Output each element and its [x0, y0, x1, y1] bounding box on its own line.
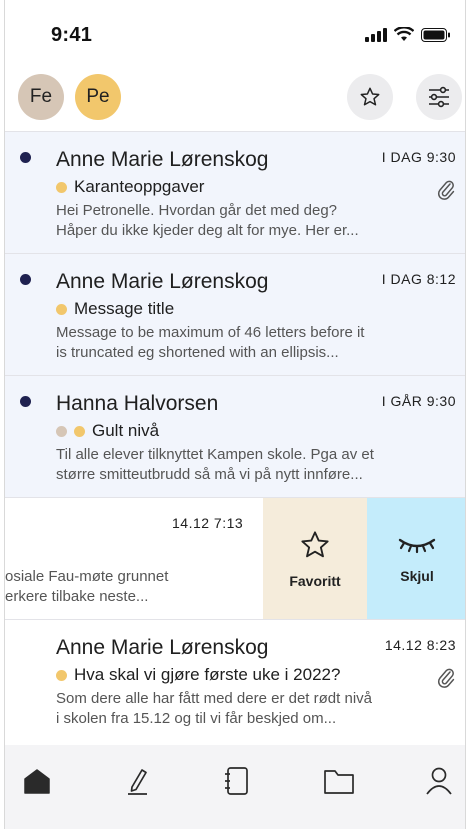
message-sender: Hanna Halvorsen [56, 392, 219, 415]
status-icons [365, 27, 451, 42]
wifi-icon [394, 27, 414, 41]
unread-indicator [20, 396, 31, 407]
preview-line: osiale Fau-møte grunnet [5, 568, 169, 585]
message-preview: Som dere alle har fått med dere er det r… [56, 689, 411, 729]
paperclip-icon [437, 668, 455, 688]
preview-line: Hei Petronelle. Hvordan går det med deg? [56, 202, 338, 219]
avatar-pe[interactable]: Pe [75, 74, 121, 120]
category-dot [56, 181, 67, 193]
category-dot [56, 425, 67, 437]
message-sender: Anne Marie Lørenskog [56, 636, 269, 659]
preview-line: større smitteutbrudd så må vi på nytt in… [56, 466, 363, 483]
favorites-button[interactable] [347, 74, 393, 120]
preview-line: Håper du ikke kjeder deg alt for mye. He… [56, 222, 359, 239]
preview-line: Som dere alle har fått med dere er det r… [56, 690, 372, 707]
message-item[interactable]: Anne Marie Lørenskog I DAG 9:30 Karanteo… [5, 131, 465, 253]
favorite-action-button[interactable]: Favoritt [263, 498, 367, 619]
battery-icon [421, 27, 450, 42]
tab-notebook[interactable] [215, 759, 259, 803]
message-subject-row: Message title [56, 299, 174, 319]
message-subject-row: Hva skal vi gjøre første uke i 2022? [56, 665, 340, 685]
star-icon [360, 87, 380, 106]
status-time: 9:41 [51, 24, 93, 46]
tab-profile[interactable] [417, 759, 461, 803]
pen-icon [128, 769, 147, 795]
bottom-tab-bar [5, 745, 465, 829]
category-dot [56, 303, 67, 315]
message-time: I GÅR 9:30 [381, 393, 456, 409]
message-preview: Message to be maximum of 46 letters befo… [56, 323, 411, 363]
message-subject: Gult nivå [92, 421, 160, 440]
message-item[interactable]: Hanna Halvorsen I GÅR 9:30 Gult nivå Til… [5, 375, 465, 497]
preview-line: erkere tilbake neste... [5, 588, 149, 605]
status-bar: 9:41 [5, 0, 465, 62]
preview-line: Til alle elever tilknyttet Kampen skole.… [56, 446, 374, 463]
star-icon [301, 530, 329, 557]
message-sender: Anne Marie Lørenskog [56, 270, 269, 293]
category-dot [74, 425, 85, 437]
hide-action-label: Skjul [400, 567, 434, 584]
preview-line: Message to be maximum of 46 letters befo… [56, 324, 365, 341]
message-subject: Karanteoppgaver [74, 177, 205, 196]
message-item[interactable]: Anne Marie Lørenskog 14.12 8:23 Hva skal… [5, 619, 465, 741]
unread-indicator [20, 274, 31, 285]
message-time: I DAG 9:30 [381, 149, 456, 165]
sliders-icon [429, 86, 449, 108]
app-frame: 9:41 Fe Pe Anne Marie Lørenskog I DAG 9:… [4, 0, 466, 829]
unread-indicator [20, 152, 31, 163]
message-item-swiped[interactable]: 14.12 7:13 osiale Fau-møte grunnet erker… [5, 497, 465, 619]
avatar-fe[interactable]: Fe [18, 74, 64, 120]
tab-files[interactable] [317, 759, 361, 803]
folder-icon [324, 770, 354, 794]
signal-icon [365, 27, 387, 42]
closed-eye-icon [398, 538, 436, 553]
preview-line: is truncated eg shortened with an ellips… [56, 344, 339, 361]
filter-button[interactable] [416, 74, 462, 120]
header: Fe Pe [5, 66, 465, 130]
profile-icon [426, 767, 452, 795]
message-time: 14.12 8:23 [384, 637, 456, 653]
preview-line: i skolen fra 15.12 og til vi får beskjed… [56, 710, 337, 727]
message-subject: Message title [74, 299, 175, 318]
message-preview: Til alle elever tilknyttet Kampen skole.… [56, 445, 411, 485]
category-dot [56, 669, 67, 681]
message-subject-row: Karanteoppgaver [56, 177, 204, 197]
message-sender: Anne Marie Lørenskog [56, 148, 269, 171]
notebook-icon [225, 767, 248, 795]
message-time: I DAG 8:12 [381, 271, 456, 287]
message-time: 14.12 7:13 [172, 515, 244, 531]
message-list: Anne Marie Lørenskog I DAG 9:30 Karanteo… [5, 131, 465, 741]
hide-action-button[interactable]: Skjul [367, 498, 465, 619]
home-icon [24, 769, 50, 794]
message-item[interactable]: Anne Marie Lørenskog I DAG 8:12 Message … [5, 253, 465, 375]
message-preview: Hei Petronelle. Hvordan går det med deg?… [56, 201, 411, 241]
favorite-action-label: Favoritt [289, 572, 341, 589]
swiped-message-content[interactable]: 14.12 7:13 osiale Fau-møte grunnet erker… [5, 498, 263, 619]
tab-write[interactable] [115, 759, 159, 803]
message-subject: Hva skal vi gjøre første uke i 2022? [74, 665, 341, 684]
tab-home[interactable] [15, 759, 59, 803]
message-subject-row: Gult nivå [56, 421, 159, 441]
message-preview: osiale Fau-møte grunnet erkere tilbake n… [5, 567, 168, 607]
paperclip-icon [437, 180, 455, 200]
